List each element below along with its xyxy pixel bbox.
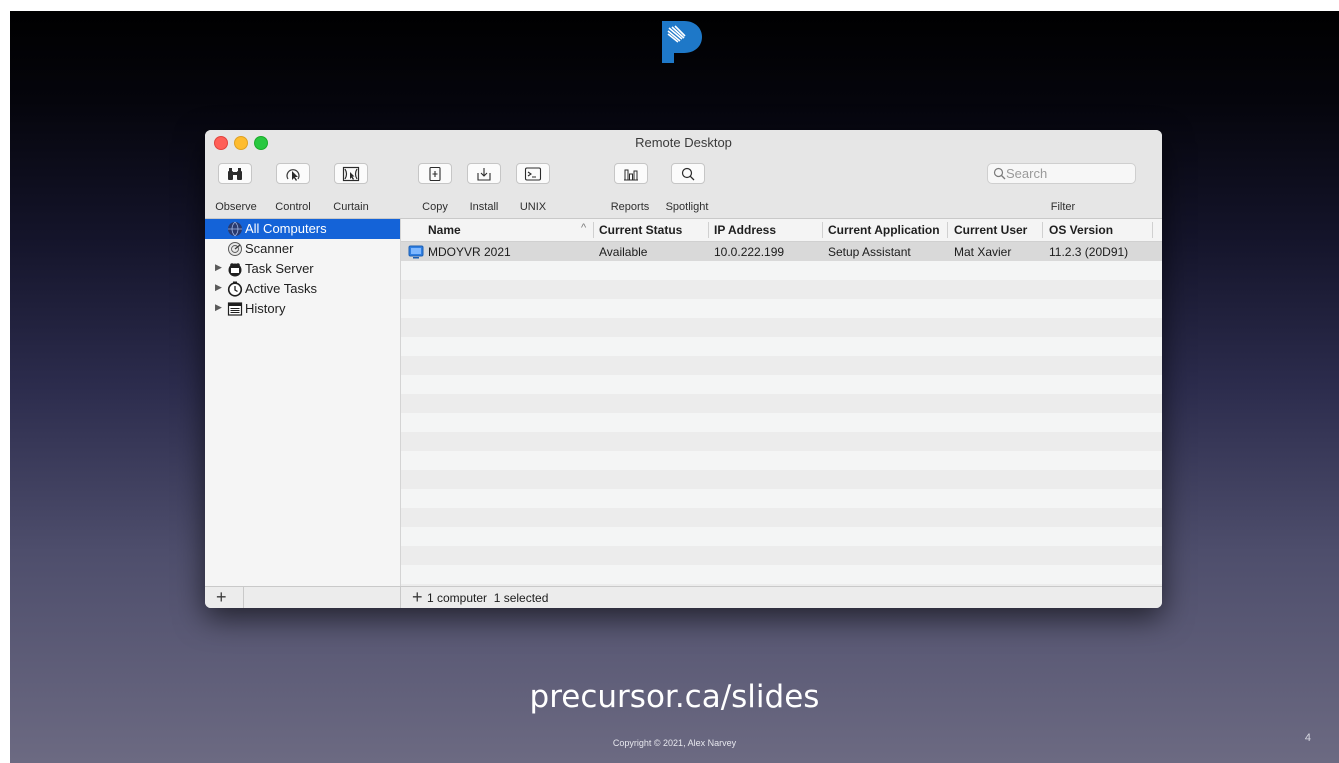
title-bar: Remote Desktop (205, 130, 1162, 154)
observe-button[interactable] (218, 163, 252, 184)
sidebar-item-label: Active Tasks (245, 281, 318, 296)
selected-count: 1 selected (493, 591, 549, 605)
cell-status: Available (599, 245, 648, 259)
unix-label: UNIX (519, 201, 547, 213)
binoculars-icon (228, 167, 242, 180)
window-title: Remote Desktop (635, 135, 732, 150)
sidebar-item-label: Scanner (245, 241, 294, 256)
sidebar-item-all-computers[interactable]: All Computers (205, 219, 400, 239)
install-package-icon (477, 167, 491, 181)
globe-icon (228, 221, 242, 237)
computer-monitor-icon (408, 245, 424, 259)
column-divider[interactable] (593, 222, 594, 238)
sidebar-item-history[interactable]: ▶ History (205, 299, 400, 319)
spotlight-button[interactable] (671, 163, 705, 184)
sort-ascending-icon: ^ (581, 222, 587, 234)
cell-user: Mat Xavier (954, 245, 1012, 259)
unix-button[interactable] (516, 163, 550, 184)
slide-copyright: Copyright © 2021, Alex Narvey (612, 738, 737, 748)
copy-button[interactable] (418, 163, 452, 184)
curtain-icon (342, 166, 360, 181)
search-field[interactable]: Search (987, 163, 1136, 184)
slide-page-number: 4 (1304, 732, 1311, 744)
column-header-name[interactable]: Name (428, 223, 461, 237)
spotlight-label: Spotlight (665, 201, 709, 213)
column-header-current-status[interactable]: Current Status (599, 223, 682, 237)
active-tasks-icon (227, 281, 243, 297)
filter-label: Filter (1050, 201, 1076, 213)
magnifier-icon (681, 167, 695, 180)
column-header-current-application[interactable]: Current Application (828, 223, 940, 237)
computer-count: 1 computer (427, 591, 488, 605)
table-row[interactable]: MDOYVR 2021 Available 10.0.222.199 Setup… (401, 242, 1162, 261)
task-server-icon (228, 263, 242, 277)
disclosure-triangle-icon[interactable]: ▶ (215, 262, 222, 273)
divider (243, 587, 244, 608)
toolbar: Observe Control Curtain Copy Install UNI… (205, 154, 1162, 219)
copy-document-icon (429, 166, 441, 181)
copy-label: Copy (422, 201, 448, 213)
control-button[interactable] (276, 163, 310, 184)
status-text: 1 computer 1 selected (427, 591, 548, 605)
search-icon (993, 167, 1006, 180)
sidebar-item-label: All Computers (245, 221, 327, 236)
reports-label: Reports (610, 201, 650, 213)
column-divider[interactable] (947, 222, 948, 238)
curtain-button[interactable] (334, 163, 368, 184)
cell-ip-address: 10.0.222.199 (714, 245, 785, 259)
table-header: Name ^ Current Status IP Address Current… (401, 219, 1162, 242)
control-label: Control (275, 201, 311, 213)
zebra-stripes (401, 261, 1162, 584)
cell-application: Setup Assistant (828, 245, 911, 259)
add-computer-button[interactable]: + (412, 588, 423, 606)
search-placeholder: Search (1006, 166, 1048, 181)
slide-url: precursor.ca/slides (529, 679, 820, 715)
column-divider[interactable] (822, 222, 823, 238)
divider (400, 587, 401, 608)
remote-desktop-window: Remote Desktop Observe Control Curtain C… (205, 130, 1162, 608)
reports-button[interactable] (614, 163, 648, 184)
reports-chart-icon (624, 169, 638, 181)
curtain-label: Curtain (333, 201, 369, 213)
sidebar-item-label: History (245, 301, 286, 316)
computer-list: Name ^ Current Status IP Address Current… (401, 219, 1162, 586)
presentation-slide: Remote Desktop Observe Control Curtain C… (10, 11, 1339, 763)
column-divider[interactable] (1152, 222, 1153, 238)
column-divider[interactable] (708, 222, 709, 238)
install-button[interactable] (467, 163, 501, 184)
bottom-status-bar: + + 1 computer 1 selected (205, 586, 1162, 608)
control-cursor-icon (286, 168, 300, 181)
sidebar-item-label: Task Server (245, 261, 314, 276)
column-header-ip-address[interactable]: IP Address (714, 223, 776, 237)
precursor-logo-icon (662, 21, 702, 63)
terminal-icon (524, 166, 542, 181)
column-divider[interactable] (1042, 222, 1043, 238)
scanner-icon (228, 242, 242, 256)
history-icon (227, 302, 243, 316)
cell-os-version: 11.2.3 (20D91) (1049, 245, 1129, 259)
sidebar-item-task-server[interactable]: ▶ Task Server (205, 259, 400, 279)
table-body: MDOYVR 2021 Available 10.0.222.199 Setup… (401, 242, 1162, 586)
disclosure-triangle-icon[interactable]: ▶ (215, 302, 222, 313)
add-group-button[interactable]: + (216, 588, 227, 606)
cell-name: MDOYVR 2021 (428, 245, 511, 259)
sidebar-item-active-tasks[interactable]: ▶ Active Tasks (205, 279, 400, 299)
sidebar-item-scanner[interactable]: Scanner (205, 239, 400, 259)
install-label: Install (469, 201, 499, 213)
disclosure-triangle-icon[interactable]: ▶ (215, 282, 222, 293)
sidebar: All Computers Scanner ▶ Task Server ▶ Ac… (205, 219, 401, 586)
column-header-current-user[interactable]: Current User (954, 223, 1027, 237)
observe-label: Observe (215, 201, 257, 213)
column-header-os-version[interactable]: OS Version (1049, 223, 1113, 237)
